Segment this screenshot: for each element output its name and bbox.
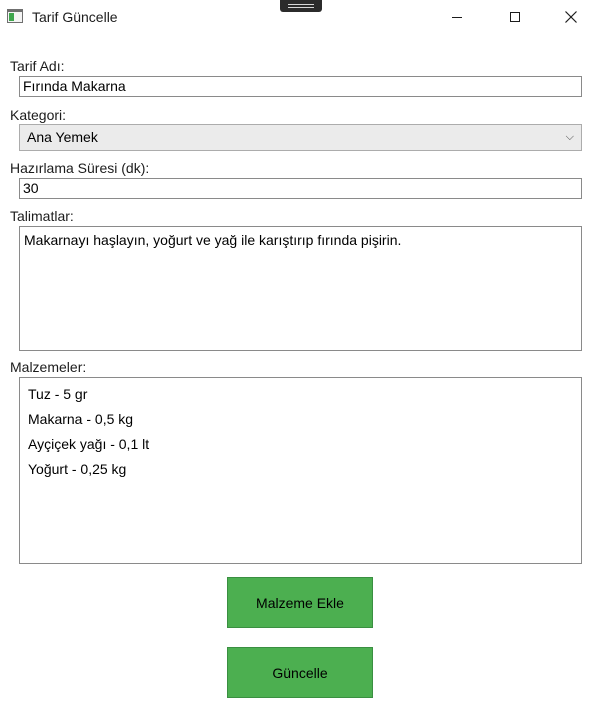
list-item[interactable]: Makarna - 0,5 kg — [20, 407, 581, 432]
list-item[interactable]: Tuz - 5 gr — [20, 382, 581, 407]
minimize-button[interactable] — [434, 0, 480, 34]
category-selected-value: Ana Yemek — [27, 129, 98, 145]
ingredients-label: Malzemeler: — [10, 359, 87, 375]
recipe-name-label: Tarif Adı: — [10, 58, 65, 74]
add-ingredient-button[interactable]: Malzeme Ekle — [227, 577, 373, 628]
app-window-icon — [7, 9, 23, 23]
chevron-down-icon: ⌵ — [565, 131, 574, 143]
category-label: Kategori: — [10, 107, 67, 123]
maximize-icon — [510, 12, 520, 22]
close-button[interactable] — [551, 0, 591, 34]
title-bar[interactable]: Tarif Güncelle — [0, 0, 591, 36]
list-item[interactable]: Ayçiçek yağı - 0,1 lt — [20, 432, 581, 457]
maximize-button[interactable] — [492, 0, 538, 34]
category-select[interactable]: Ana Yemek ⌵ — [19, 124, 582, 151]
snap-grip-handle[interactable] — [280, 0, 322, 12]
ingredients-list[interactable]: Tuz - 5 gr Makarna - 0,5 kg Ayçiçek yağı… — [19, 377, 582, 564]
minimize-icon — [452, 16, 462, 18]
instructions-textarea[interactable]: Makarnayı haşlayın, yoğurt ve yağ ile ka… — [19, 226, 582, 351]
list-item[interactable]: Yoğurt - 0,25 kg — [20, 457, 581, 482]
prep-time-input[interactable]: 30 — [19, 178, 582, 199]
prep-time-label: Hazırlama Süresi (dk): — [10, 160, 150, 176]
instructions-label: Talimatlar: — [10, 208, 74, 224]
close-icon — [565, 11, 577, 23]
window-title: Tarif Güncelle — [32, 9, 118, 25]
recipe-name-input[interactable]: Fırında Makarna — [19, 76, 582, 97]
update-button[interactable]: Güncelle — [227, 647, 373, 698]
